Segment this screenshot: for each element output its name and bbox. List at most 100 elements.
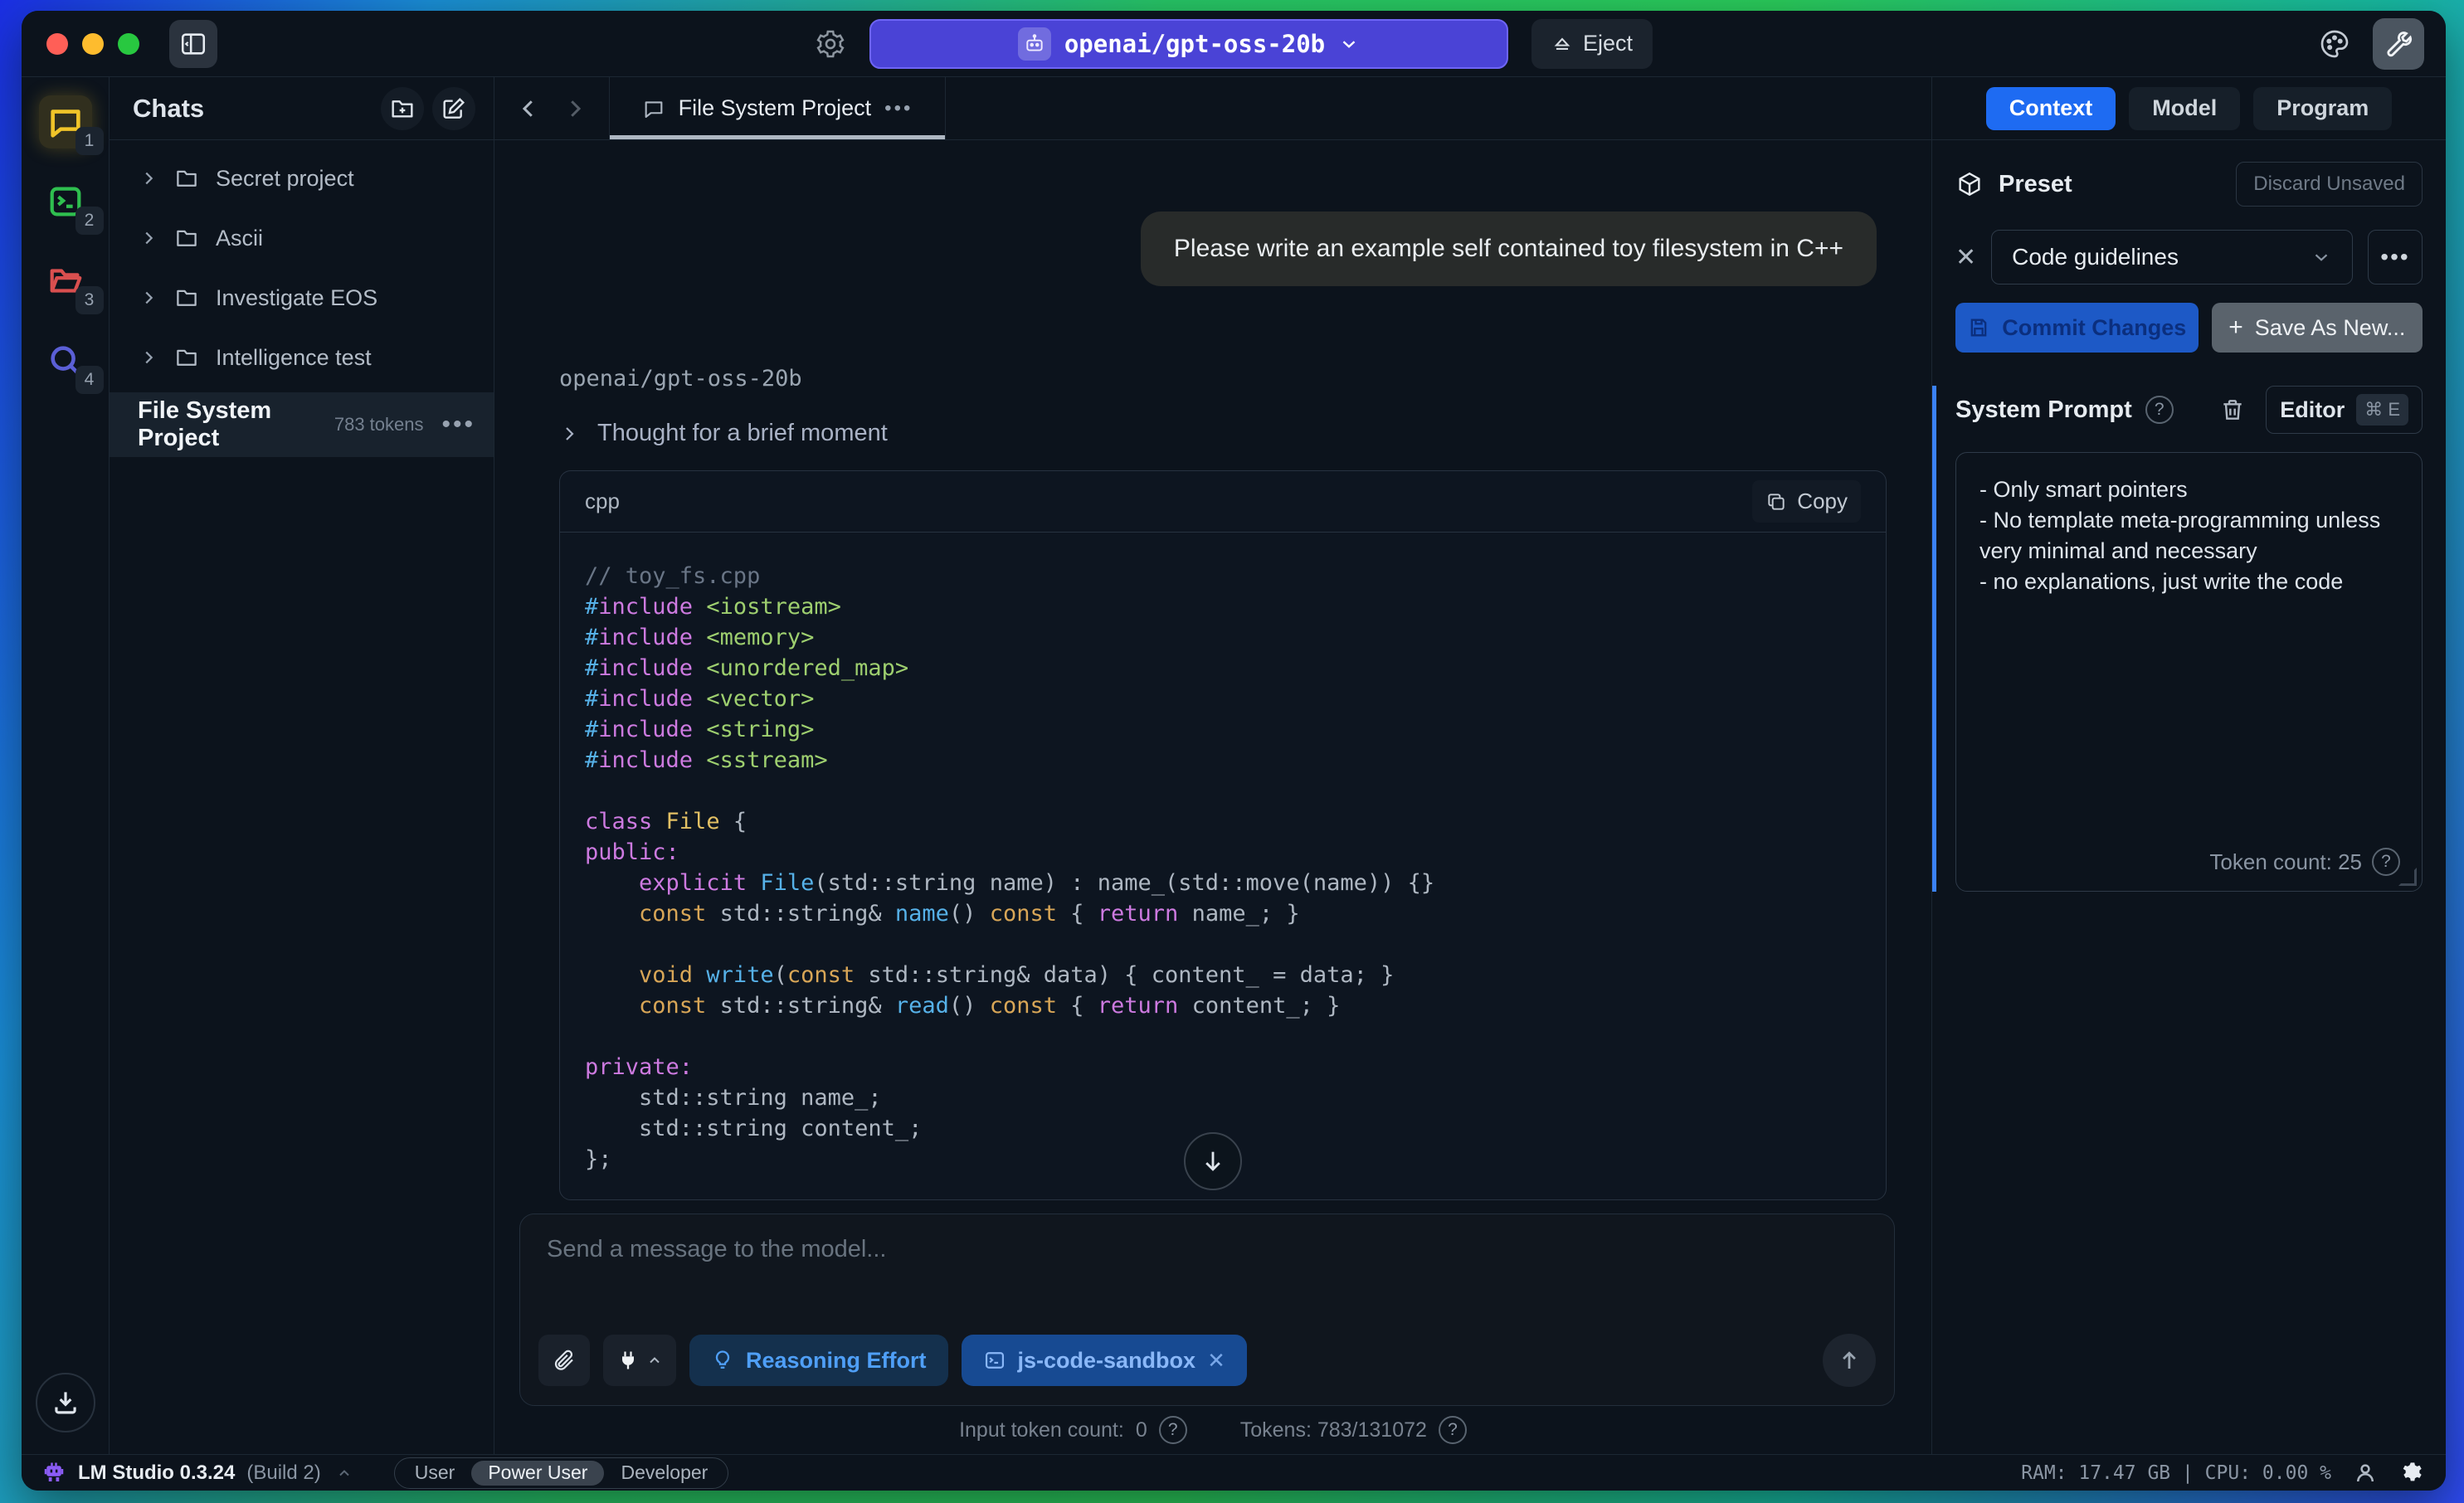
js-code-sandbox-chip[interactable]: js-code-sandbox ✕ — [962, 1335, 1247, 1386]
thought-toggle[interactable]: Thought for a brief moment — [559, 420, 1897, 447]
app-build: (Build 2) — [246, 1462, 320, 1485]
chats-sidebar: Chats — [110, 77, 494, 1454]
code-language-label: cpp — [585, 489, 1752, 514]
tab-label: File System Project — [679, 95, 872, 121]
chevron-right-icon — [139, 229, 158, 247]
reasoning-effort-chip[interactable]: Reasoning Effort — [689, 1335, 948, 1386]
scroll-to-bottom-button[interactable] — [1184, 1132, 1242, 1190]
rail-chat-button[interactable]: 1 — [39, 95, 92, 148]
folder-intelligence-test[interactable]: Intelligence test — [110, 328, 494, 387]
folder-label: Ascii — [216, 226, 263, 251]
titlebar: openai/gpt-oss-20b Eject — [22, 11, 2446, 77]
close-button[interactable] — [46, 33, 68, 55]
user-message: Please write an example self contained t… — [1141, 212, 1877, 286]
gear-icon[interactable] — [815, 28, 846, 60]
rail-models-button[interactable]: 3 — [39, 255, 92, 308]
save-as-new-label: Save As New... — [2255, 315, 2406, 341]
chat-item-menu-icon[interactable]: ••• — [441, 411, 475, 439]
chat-item-label: File System Project — [138, 397, 334, 452]
tab-menu-icon[interactable]: ••• — [884, 97, 913, 120]
discard-unsaved-button[interactable]: Discard Unsaved — [2236, 162, 2423, 207]
model-selector[interactable]: openai/gpt-oss-20b — [869, 19, 1508, 69]
plus-icon: + — [2228, 314, 2243, 342]
sandbox-terminal-icon — [983, 1349, 1006, 1372]
mode-developer[interactable]: Developer — [604, 1461, 724, 1486]
mode-user[interactable]: User — [398, 1461, 472, 1486]
send-button[interactable] — [1823, 1334, 1876, 1387]
icon-rail: 1 2 3 — [22, 77, 110, 1454]
system-prompt-title: System Prompt — [1955, 396, 2132, 424]
folder-icon — [174, 345, 199, 370]
help-icon[interactable]: ? — [2145, 396, 2174, 424]
chat-transcript[interactable]: Please write an example self contained t… — [494, 140, 1931, 1214]
arrow-down-icon — [1199, 1147, 1227, 1175]
code-block-header: cpp Copy — [560, 471, 1886, 533]
tab-file-system-project[interactable]: File System Project ••• — [609, 77, 946, 139]
help-icon[interactable]: ? — [1439, 1416, 1467, 1444]
resize-handle[interactable] — [2398, 868, 2417, 886]
help-icon[interactable]: ? — [2372, 848, 2400, 876]
remove-sandbox-icon[interactable]: ✕ — [1207, 1348, 1225, 1374]
plugins-button[interactable] — [603, 1335, 676, 1386]
clear-preset-icon[interactable]: ✕ — [1955, 243, 1976, 272]
folder-icon — [174, 226, 199, 250]
copy-icon — [1765, 491, 1787, 513]
tab-model[interactable]: Model — [2129, 87, 2240, 130]
robot-icon — [1018, 27, 1051, 61]
commit-changes-button[interactable]: Commit Changes — [1955, 303, 2199, 353]
chat-item-file-system-project[interactable]: File System Project 783 tokens ••• — [110, 392, 494, 457]
preset-select[interactable]: Code guidelines — [1991, 230, 2353, 285]
tab-context[interactable]: Context — [1986, 87, 2116, 130]
save-as-new-button[interactable]: + Save As New... — [2212, 303, 2423, 353]
folder-label: Investigate EOS — [216, 285, 377, 311]
downloads-button[interactable] — [36, 1373, 95, 1432]
message-input[interactable]: Send a message to the model... — [520, 1214, 1894, 1334]
eject-button[interactable]: Eject — [1531, 19, 1653, 69]
user-icon[interactable] — [2353, 1461, 2378, 1486]
tab-program[interactable]: Program — [2253, 87, 2392, 130]
token-count-label: Token count: 25 — [2209, 849, 2362, 875]
folder-secret-project[interactable]: Secret project — [110, 148, 494, 208]
settings-gear-icon[interactable] — [2399, 1460, 2426, 1486]
attach-file-button[interactable] — [538, 1335, 590, 1386]
plug-icon — [616, 1349, 640, 1372]
copy-code-button[interactable]: Copy — [1752, 480, 1861, 523]
app-version[interactable]: LM Studio 0.3.24 — [78, 1462, 235, 1485]
palette-icon[interactable] — [2318, 27, 2351, 61]
preset-more-button[interactable]: ••• — [2368, 230, 2423, 285]
nav-back-button[interactable] — [516, 96, 541, 121]
chevron-up-icon — [336, 1465, 353, 1481]
editor-shortcut: ⌘ E — [2356, 394, 2408, 426]
folder-icon — [174, 166, 199, 191]
minimize-button[interactable] — [82, 33, 104, 55]
help-icon[interactable]: ? — [1159, 1416, 1187, 1444]
reasoning-effort-label: Reasoning Effort — [746, 1348, 927, 1374]
tab-bar: File System Project ••• — [494, 77, 1931, 140]
new-chat-button[interactable] — [432, 87, 475, 130]
trash-icon[interactable] — [2219, 396, 2246, 423]
rail-developer-button[interactable]: 2 — [39, 175, 92, 228]
sidebar-toggle-button[interactable] — [169, 20, 217, 68]
sandbox-label: js-code-sandbox — [1018, 1348, 1196, 1374]
folder-investigate-eos[interactable]: Investigate EOS — [110, 268, 494, 328]
preset-row: ✕ Code guidelines ••• — [1955, 230, 2423, 285]
composer-toolbar: Reasoning Effort js-code-sandbox ✕ — [520, 1334, 1894, 1405]
preset-title: Preset — [1999, 171, 2221, 198]
mode-power-user[interactable]: Power User — [471, 1461, 604, 1486]
chevron-down-icon — [1338, 33, 1360, 55]
sidebar-panel-icon — [179, 30, 207, 58]
system-prompt-input[interactable]: - Only smart pointers - No template meta… — [1979, 474, 2398, 597]
rail-discover-button[interactable]: 4 — [39, 334, 92, 387]
new-folder-button[interactable] — [381, 87, 424, 130]
token-counters: Input token count: 0 ? Tokens: 783/13107… — [494, 1406, 1931, 1454]
folder-ascii[interactable]: Ascii — [110, 208, 494, 268]
zoom-button[interactable] — [118, 33, 139, 55]
paperclip-icon — [552, 1348, 577, 1373]
chat-list: Secret project Ascii — [110, 140, 494, 457]
folder-label: Intelligence test — [216, 345, 372, 371]
editor-button[interactable]: Editor ⌘ E — [2266, 386, 2423, 434]
editor-label: Editor — [2280, 397, 2345, 423]
rail-models-badge: 3 — [75, 286, 104, 314]
developer-tools-button[interactable] — [2373, 18, 2424, 70]
nav-forward-button[interactable] — [562, 96, 587, 121]
